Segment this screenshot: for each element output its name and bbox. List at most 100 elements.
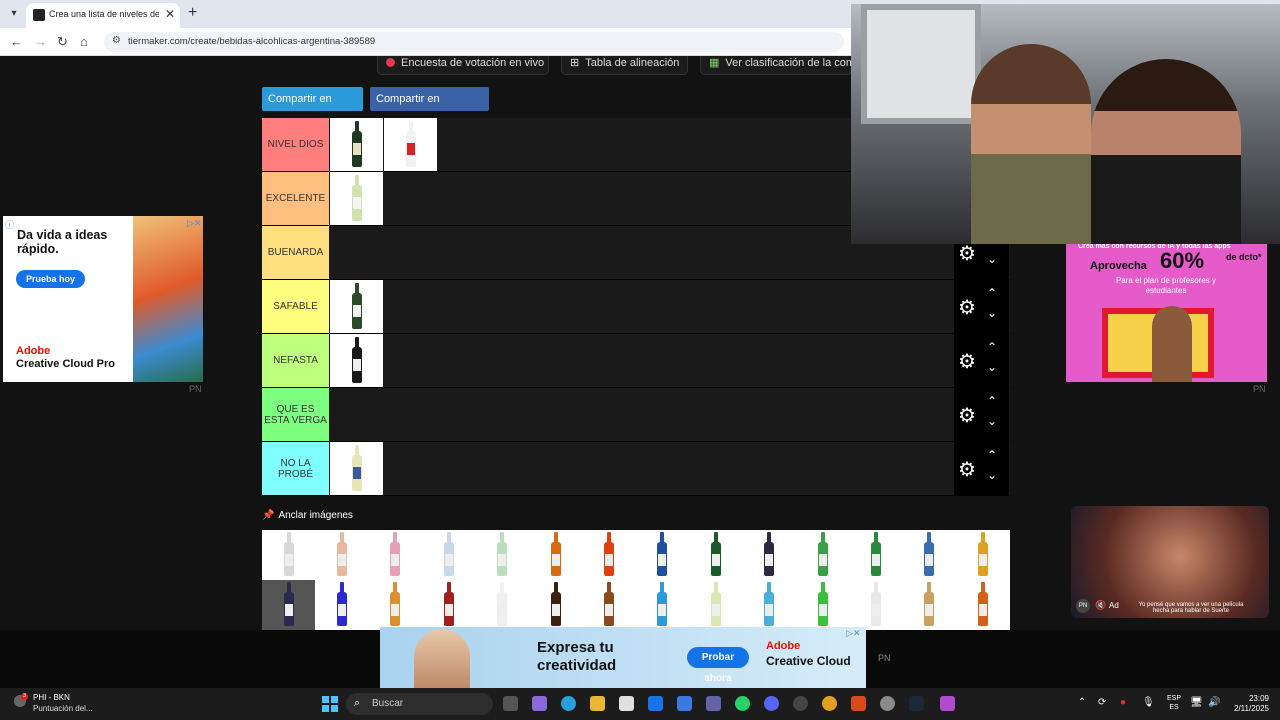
tray-app-icon[interactable]: ⟳: [1098, 697, 1106, 708]
ad-choices-icon[interactable]: ▷✕: [187, 218, 201, 229]
pool-bottle-item[interactable]: [476, 530, 529, 580]
forward-arrow-icon[interactable]: →: [34, 34, 47, 49]
chevron-up-icon[interactable]: ⌃: [987, 448, 997, 462]
tier-label[interactable]: NO LA PROBÉ: [262, 442, 329, 495]
speaker-mute-icon[interactable]: 🔇: [1095, 600, 1106, 611]
bottle-item[interactable]: [330, 280, 383, 333]
tier-label[interactable]: NIVEL DIOS: [262, 118, 329, 171]
tier-label[interactable]: SAFABLE: [262, 280, 329, 333]
bottle-item[interactable]: [330, 172, 383, 225]
steam-icon[interactable]: [909, 696, 924, 711]
bottle-item[interactable]: [330, 118, 383, 171]
browser-tab[interactable]: Crea una lista de niveles de alc ✕: [26, 3, 180, 28]
alignment-chart-button[interactable]: ⊞ Tabla de alineación: [561, 56, 688, 75]
ad-try-button[interactable]: Prueba hoy: [16, 270, 85, 288]
pool-bottle-item[interactable]: [689, 530, 742, 580]
tier-label[interactable]: NEFASTA: [262, 334, 329, 387]
pool-bottle-item[interactable]: [315, 530, 368, 580]
back-arrow-icon[interactable]: ←: [10, 34, 23, 49]
tab-close-icon[interactable]: ✕: [165, 7, 175, 21]
pool-bottle-item[interactable]: [689, 580, 742, 630]
video-ad[interactable]: PN 🔇 Ad Yo pensé que vamos a ver una pel…: [1071, 506, 1269, 618]
ad-info-icon[interactable]: ⓘ: [5, 218, 14, 231]
discord-icon[interactable]: [764, 696, 779, 711]
whatsapp-icon[interactable]: [735, 696, 750, 711]
pool-bottle-item[interactable]: [422, 580, 475, 630]
reload-icon[interactable]: ↻: [57, 34, 68, 50]
adobe-ad-left[interactable]: Da vida a ideas rápido. Prueba hoy Adobe…: [3, 216, 203, 382]
pool-bottle-item[interactable]: [796, 580, 849, 630]
pool-bottle-item[interactable]: [369, 580, 422, 630]
tier-label[interactable]: EXCELENTE: [262, 172, 329, 225]
settings-gear-icon[interactable]: [880, 696, 895, 711]
chevron-down-icon[interactable]: ⌄: [987, 468, 997, 482]
pool-bottle-item[interactable]: [529, 580, 582, 630]
ad-close-icon[interactable]: ▷✕: [846, 628, 860, 639]
taskbar-search-box[interactable]: ⌕ Buscar: [346, 693, 493, 715]
windows-start-icon[interactable]: [322, 696, 338, 712]
home-icon[interactable]: ⌂: [80, 34, 88, 49]
pool-bottle-item[interactable]: [582, 530, 635, 580]
chevron-down-icon[interactable]: ⌄: [987, 360, 997, 374]
adobe-ad-right[interactable]: Crea más con recursos de IA y todas las …: [1066, 242, 1267, 382]
pool-bottle-item[interactable]: [849, 580, 902, 630]
tray-record-icon[interactable]: ●: [1120, 697, 1126, 708]
chevron-up-icon[interactable]: ⌃: [987, 286, 997, 300]
tier-label[interactable]: BUENARDA: [262, 226, 329, 279]
edge-icon[interactable]: [561, 696, 576, 711]
chevron-up-icon[interactable]: ⌃: [987, 394, 997, 408]
tier-label[interactable]: QUE ES ESTA VERGA: [262, 388, 329, 441]
chevron-down-icon[interactable]: ⌄: [987, 414, 997, 428]
pool-bottle-item[interactable]: [422, 530, 475, 580]
tray-chevron-up-icon[interactable]: ⌃: [1078, 697, 1086, 708]
pool-bottle-item[interactable]: [903, 530, 956, 580]
volume-icon[interactable]: 🔊: [1208, 697, 1220, 708]
bottle-item[interactable]: [384, 118, 437, 171]
pool-bottle-item[interactable]: [849, 530, 902, 580]
gear-icon[interactable]: ⚙: [958, 403, 976, 428]
new-tab-plus-icon[interactable]: +: [188, 4, 197, 22]
pool-bottle-item[interactable]: [956, 580, 1009, 630]
task-view-icon[interactable]: [503, 696, 518, 711]
pool-bottle-item[interactable]: [262, 580, 315, 630]
share-facebook-button[interactable]: Compartir en Facebook: [370, 87, 489, 129]
adobe-ad-bottom[interactable]: Expresa tu creatividad Probar ahora Adob…: [380, 627, 866, 688]
share-twitter-button[interactable]: Compartir en Twitter: [262, 87, 363, 129]
site-info-icon[interactable]: ⚙: [112, 35, 121, 46]
gear-icon[interactable]: ⚙: [958, 295, 976, 320]
pool-bottle-item[interactable]: [636, 580, 689, 630]
chevron-up-icon[interactable]: ⌃: [987, 340, 997, 354]
tab-list-chevron-icon[interactable]: ▾: [6, 6, 22, 22]
pool-bottle-item[interactable]: [315, 580, 368, 630]
pool-bottle-item[interactable]: [796, 530, 849, 580]
github-icon[interactable]: [793, 696, 808, 711]
file-explorer-icon[interactable]: [590, 696, 605, 711]
microphone-icon[interactable]: 🎙: [1142, 697, 1155, 708]
pool-bottle-item[interactable]: [476, 580, 529, 630]
copilot-icon[interactable]: [532, 696, 547, 711]
anchor-images-toggle[interactable]: 📌 Anclar imágenes: [262, 510, 353, 521]
gear-icon[interactable]: ⚙: [958, 457, 976, 482]
taskbar-clock[interactable]: 23:09 2/11/2025: [1225, 694, 1269, 714]
pool-bottle-item[interactable]: [636, 530, 689, 580]
outlook-icon[interactable]: [648, 696, 663, 711]
language-indicator[interactable]: ESP ES: [1167, 694, 1181, 712]
teams-icon[interactable]: [706, 696, 721, 711]
pool-bottle-item[interactable]: [582, 580, 635, 630]
pool-bottle-item[interactable]: [743, 580, 796, 630]
bottle-item[interactable]: [330, 442, 383, 495]
pool-bottle-item[interactable]: [743, 530, 796, 580]
shield-icon[interactable]: [677, 696, 692, 711]
app-icon[interactable]: [940, 696, 955, 711]
live-poll-button[interactable]: Encuesta de votación en vivo: [377, 56, 549, 75]
pool-bottle-item[interactable]: [903, 580, 956, 630]
chrome-icon[interactable]: [822, 696, 837, 711]
pool-bottle-item[interactable]: [262, 530, 315, 580]
pool-bottle-item[interactable]: [529, 530, 582, 580]
ea-icon[interactable]: [851, 696, 866, 711]
chevron-down-icon[interactable]: ⌄: [987, 252, 997, 266]
gear-icon[interactable]: ⚙: [958, 241, 976, 266]
bottle-item[interactable]: [330, 334, 383, 387]
ad-try-now-button[interactable]: Probar ahora: [687, 647, 749, 684]
community-ranking-button[interactable]: ▦ Ver clasificación de la com: [700, 56, 852, 75]
